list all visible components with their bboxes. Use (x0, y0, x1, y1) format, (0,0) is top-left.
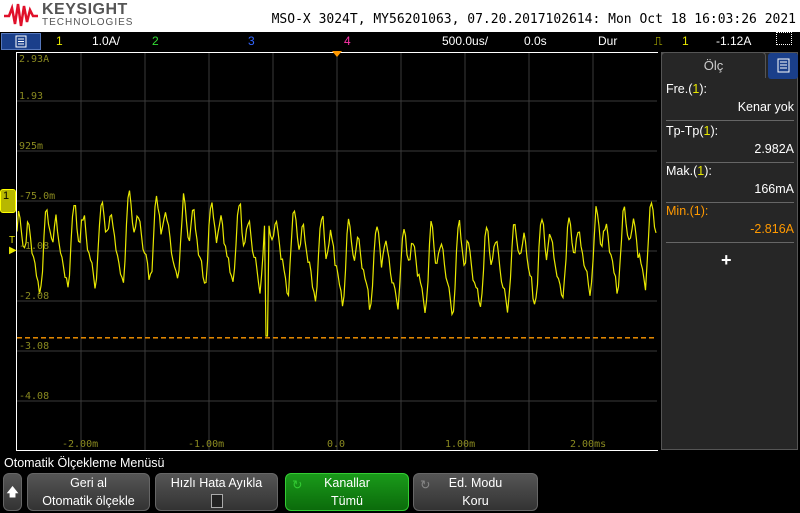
ch1-label[interactable]: 1 (56, 34, 63, 48)
menu-icon (15, 35, 27, 48)
ch1-scale[interactable]: 1.0A/ (92, 34, 120, 48)
channels-value: Tümü (331, 494, 363, 508)
arrow-up-icon: 🡅 (6, 485, 19, 499)
tab-measure-label: Ölç (703, 58, 724, 73)
panel-menu-button[interactable] (768, 53, 798, 79)
measurement-channel: 1 (693, 204, 701, 218)
y-axis-label: -75.0m (19, 191, 56, 202)
fast-debug-button[interactable]: Hızlı Hata Ayıkla (155, 473, 278, 511)
acq-mode-value: Koru (462, 494, 489, 508)
measurement-type: Mak.( (666, 164, 698, 178)
window-title: MSO-X 3024T, MY56201063, 07.20.201710261… (271, 12, 796, 27)
header: KEYSIGHT TECHNOLOGIES MSO-X 3024T, MY562… (0, 0, 800, 32)
rising-edge-icon: ⎍ (654, 34, 663, 48)
y-axis-label: -2.08 (19, 291, 50, 302)
x-axis-label: 1.00m (445, 439, 476, 450)
measurement-value: Kenar yok (737, 100, 794, 114)
divider (666, 162, 794, 163)
measurement-item[interactable]: Min.(1): -2.816A (666, 204, 794, 236)
ch3-label[interactable]: 3 (248, 34, 255, 48)
measurement-type: Fre.( (666, 82, 693, 96)
y-axis-label: -1.08 (19, 241, 50, 252)
measurement-paren: ): (699, 82, 707, 96)
measurement-name: Fre.(1): (666, 82, 794, 96)
channels-button[interactable]: ↻ Kanallar Tümü (285, 473, 409, 511)
rotate-icon: ↻ (420, 478, 431, 492)
trigger-source[interactable]: 1 (682, 34, 689, 48)
measurement-paren: ): (700, 204, 709, 218)
measurement-value: 166mA (754, 182, 794, 196)
tab-measure[interactable]: Ölç (661, 52, 766, 78)
measurement-item[interactable]: Fre.(1): Kenar yok (666, 82, 794, 114)
trigger-level[interactable]: -1.12A (716, 34, 751, 48)
trigger-level-marker[interactable]: T ▶ (9, 236, 17, 256)
measurement-item[interactable]: Mak.(1): 166mA (666, 164, 794, 196)
channels-label: Kanallar (324, 476, 370, 490)
y-axis-label: 925m (19, 141, 44, 152)
y-axis-label: 1.93 (19, 91, 44, 102)
delay[interactable]: 0.0s (524, 34, 547, 48)
measurement-name: Min.(1): (666, 204, 794, 218)
undo-sub-label: Otomatik ölçekle (42, 494, 135, 508)
ch1-ground-marker[interactable]: 1 (0, 189, 16, 213)
waveform-plot (17, 53, 657, 450)
add-measurement-button[interactable]: + (721, 250, 732, 271)
y-axis-label: -3.08 (19, 341, 50, 352)
measurement-name: Mak.(1): (666, 164, 794, 178)
menu-icon (777, 58, 790, 73)
x-axis-label: 2.00ms (570, 439, 607, 450)
ch4-label[interactable]: 4 (344, 34, 351, 48)
x-axis-label: 0.0 (327, 439, 346, 450)
measurement-item[interactable]: Tp-Tp(1): 2.982A (666, 124, 794, 156)
trigger-position-marker[interactable] (332, 51, 342, 57)
measurement-paren: ): (704, 164, 712, 178)
rotate-icon: ↻ (292, 478, 303, 492)
keysight-logo-icon (4, 3, 38, 27)
ch1-marker-label: 1 (3, 190, 10, 202)
divider (666, 120, 794, 121)
y-axis-label: -4.08 (19, 391, 50, 402)
measurement-type: Min.( (666, 204, 694, 218)
status-bar: 1 1.0A/ 2 3 4 500.0us/ 0.0s Dur ⎍ 1 -1.1… (0, 32, 800, 51)
undo-autoscale-button[interactable]: Geri al Otomatik ölçekle (27, 473, 150, 511)
back-button[interactable]: 🡅 (3, 473, 22, 511)
ch2-label[interactable]: 2 (152, 34, 159, 48)
acq-mode-button[interactable]: ↻ Ed. Modu Koru (413, 473, 538, 511)
divider (666, 202, 794, 203)
x-axis-label: -1.00m (188, 439, 225, 450)
fast-debug-label: Hızlı Hata Ayıkla (170, 476, 263, 490)
measurement-value: -2.816A (750, 222, 794, 236)
x-axis-label: -2.00m (62, 439, 99, 450)
fast-debug-checkbox[interactable] (210, 494, 223, 508)
acq-mode[interactable]: Dur (598, 34, 617, 48)
main-menu-button[interactable] (1, 33, 41, 50)
measurement-paren: ): (710, 124, 719, 138)
acq-mode-label: Ed. Modu (448, 476, 503, 490)
brand-sub: TECHNOLOGIES (42, 17, 134, 28)
zoom-select-icon[interactable] (776, 32, 792, 45)
timebase[interactable]: 500.0us/ (442, 34, 488, 48)
measurement-name: Tp-Tp(1): (666, 124, 794, 138)
menu-title: Otomatik Ölçekleme Menüsü (4, 456, 165, 470)
y-axis-label: 2.93A (19, 54, 50, 65)
divider (666, 242, 794, 243)
measurement-value: 2.982A (754, 142, 794, 156)
undo-label: Geri al (70, 476, 107, 490)
measurement-type: Tp-Tp( (666, 124, 704, 138)
